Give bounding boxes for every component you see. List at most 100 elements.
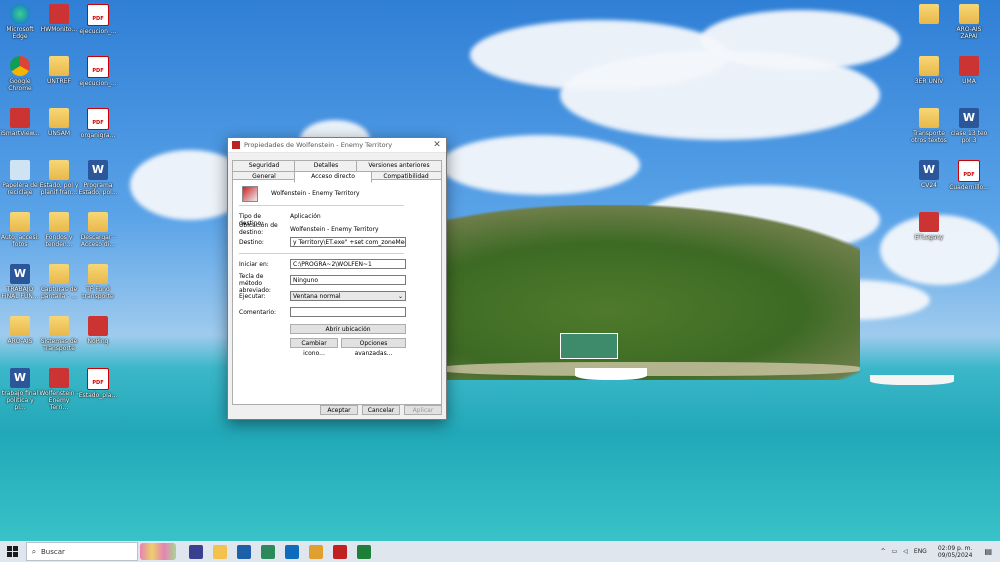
desktop-icon[interactable]: ARO-AIS xyxy=(0,316,40,345)
pdf-icon xyxy=(87,4,109,26)
app-icon xyxy=(232,141,240,149)
apply-button[interactable]: Aplicar xyxy=(404,405,442,415)
desktop-icon[interactable]: Sistemas de Transporte xyxy=(39,316,79,352)
run-select[interactable]: Ventana normal ⌄ xyxy=(290,291,406,301)
desktop-icon-label: UNTREF xyxy=(47,78,71,85)
chrome-icon[interactable] xyxy=(309,544,323,559)
desktop-icon-label: ETLegacy xyxy=(914,234,944,241)
desktop-icon[interactable] xyxy=(909,4,949,26)
start-in-field[interactable]: C:\PROGRA~2\WOLFEN~1 xyxy=(290,259,406,269)
desktop-icon[interactable]: UMA xyxy=(949,56,989,85)
desktop-icon-label: Cuadernillo... xyxy=(949,184,989,191)
desktop-icon[interactable]: iSmartView... xyxy=(0,108,40,137)
desktop-icon[interactable]: Estado, pol y planif fran... xyxy=(39,160,79,196)
desktop-icon[interactable]: Descargar - Acceso di... xyxy=(78,212,118,248)
desktop-icon[interactable]: Estado_pla... xyxy=(78,368,118,399)
start-button[interactable] xyxy=(0,541,24,562)
cancel-button[interactable]: Cancelar xyxy=(362,405,400,415)
advanced-options-button[interactable]: Opciones avanzadas... xyxy=(341,338,406,357)
search-box[interactable]: ⌕ Buscar xyxy=(26,542,138,561)
desktop-icon[interactable]: 3ER UNIV xyxy=(909,56,949,85)
target-location-label: Ubicación de destino: xyxy=(239,222,278,236)
desktop-icon[interactable]: Microsoft Edge xyxy=(0,4,40,40)
network-icon[interactable]: ▭ xyxy=(892,548,898,555)
store-icon[interactable] xyxy=(237,544,251,559)
file-explorer-icon[interactable] xyxy=(213,544,227,559)
desktop-icon-label: ejecucion_... xyxy=(79,80,117,87)
app-icon xyxy=(49,4,69,24)
desktop-icon[interactable]: ARO-AIS ZAPAI xyxy=(949,4,989,40)
desktop-icon[interactable]: Transporte otros textos xyxy=(909,108,949,144)
app-green-icon[interactable] xyxy=(261,544,275,559)
cortana-icon[interactable] xyxy=(189,544,203,559)
close-icon[interactable]: ✕ xyxy=(428,140,446,150)
desktop-icon[interactable]: NoPing xyxy=(78,316,118,345)
ok-button[interactable]: Aceptar xyxy=(320,405,358,415)
desktop-icon[interactable]: Wtrabajo final politica y pl... xyxy=(0,368,40,411)
boat xyxy=(575,368,647,380)
desktop-icon[interactable]: Papelera de reciclaje xyxy=(0,160,40,196)
language-indicator[interactable]: ENG xyxy=(914,548,927,555)
shortcut-key-field[interactable]: Ninguno xyxy=(290,275,406,285)
game-icon[interactable] xyxy=(333,544,347,559)
desktop-icon[interactable]: Cuadernillo... xyxy=(949,160,989,191)
desktop-icon-label: ARO-AIS ZAPAI xyxy=(956,26,982,40)
desktop-icon[interactable]: W TRABAJO FINAL FUN... xyxy=(0,264,40,300)
search-placeholder: Buscar xyxy=(41,547,65,556)
folder-icon xyxy=(10,212,30,232)
desktop-icon-label: CV24 xyxy=(921,182,937,189)
desktop-icon-label: Microsoft Edge xyxy=(6,26,34,40)
divider xyxy=(239,205,404,206)
desktop-icon[interactable]: UNSAM xyxy=(39,108,79,137)
divider xyxy=(239,253,404,254)
word-icon: W xyxy=(10,368,30,388)
beach-hut xyxy=(560,333,618,359)
notification-icon[interactable]: ▤ xyxy=(984,547,992,556)
start-in-label: Iniciar en: xyxy=(239,261,269,268)
desktop-icon[interactable]: ETLegacy xyxy=(909,212,949,241)
desktop-icon[interactable]: Auto. accesi. fotos xyxy=(0,212,40,248)
chevron-up-icon[interactable]: ^ xyxy=(881,548,886,555)
word-icon: W xyxy=(959,108,979,128)
pdf-icon xyxy=(958,160,980,182)
volume-icon[interactable]: ◁ xyxy=(903,548,908,555)
desktop-icon[interactable]: W Programa Estado, pol... xyxy=(78,160,118,196)
desktop-icon[interactable]: ejecucion_... xyxy=(78,56,118,87)
run-select-value: Ventana normal xyxy=(293,293,341,300)
change-icon-button[interactable]: Cambiar icono... xyxy=(290,338,338,357)
boat xyxy=(870,375,954,385)
desktop-icon[interactable]: Fondos y tenden... xyxy=(39,212,79,248)
folder-icon xyxy=(49,264,69,284)
desktop-icon-label: 3ER UNIV xyxy=(914,78,944,85)
desktop-icon-label: Transporte otros textos xyxy=(911,130,947,144)
desktop-icon[interactable]: UNTREF xyxy=(39,56,79,85)
desktop-icon-label: iSmartView... xyxy=(0,130,40,137)
wolfenstein-icon xyxy=(242,186,258,202)
app-icon xyxy=(10,108,30,128)
desktop-icon[interactable]: TF Fund transporte xyxy=(78,264,118,300)
desktop-icon[interactable]: Capturas de pantalla - ... xyxy=(39,264,79,300)
clock-time: 02:09 p. m. xyxy=(937,544,973,552)
clock-date: 09/05/2024 xyxy=(937,551,973,559)
dialog-titlebar[interactable]: Propiedades de Wolfenstein - Enemy Terri… xyxy=(228,138,446,153)
clock[interactable]: 02:09 p. m. 09/05/2024 xyxy=(938,545,973,559)
desktop-icon[interactable]: ejecucion_... xyxy=(78,4,118,35)
desktop-icon-label: Descargar - Acceso di... xyxy=(80,234,116,248)
search-icon: ⌕ xyxy=(31,546,37,556)
desktop-icon[interactable]: organigra... xyxy=(78,108,118,139)
comment-field[interactable] xyxy=(290,307,406,317)
target-field[interactable]: y Territory\ET.exe" +set com_zoneMegs "1… xyxy=(290,237,406,247)
pdf-icon xyxy=(87,368,109,390)
search-highlight-icon[interactable] xyxy=(140,543,176,560)
open-location-button[interactable]: Abrir ubicación xyxy=(290,324,406,334)
noping-icon[interactable] xyxy=(357,544,371,559)
desktop-icon[interactable]: Wclase 13 teo pol 3 xyxy=(949,108,989,144)
run-label: Ejecutar: xyxy=(239,293,266,300)
desktop-icon[interactable]: Google Chrome xyxy=(0,56,40,92)
desktop-icon[interactable]: W CV24 xyxy=(909,160,949,189)
desktop-icon[interactable]: Wolfenstein - Enemy Terri... xyxy=(39,368,79,411)
desktop-icon[interactable]: HWMonito... xyxy=(39,4,79,33)
folder-icon xyxy=(919,4,939,24)
tab-acceso-directo[interactable]: Acceso directo xyxy=(294,171,372,183)
outlook-icon[interactable] xyxy=(285,544,299,559)
